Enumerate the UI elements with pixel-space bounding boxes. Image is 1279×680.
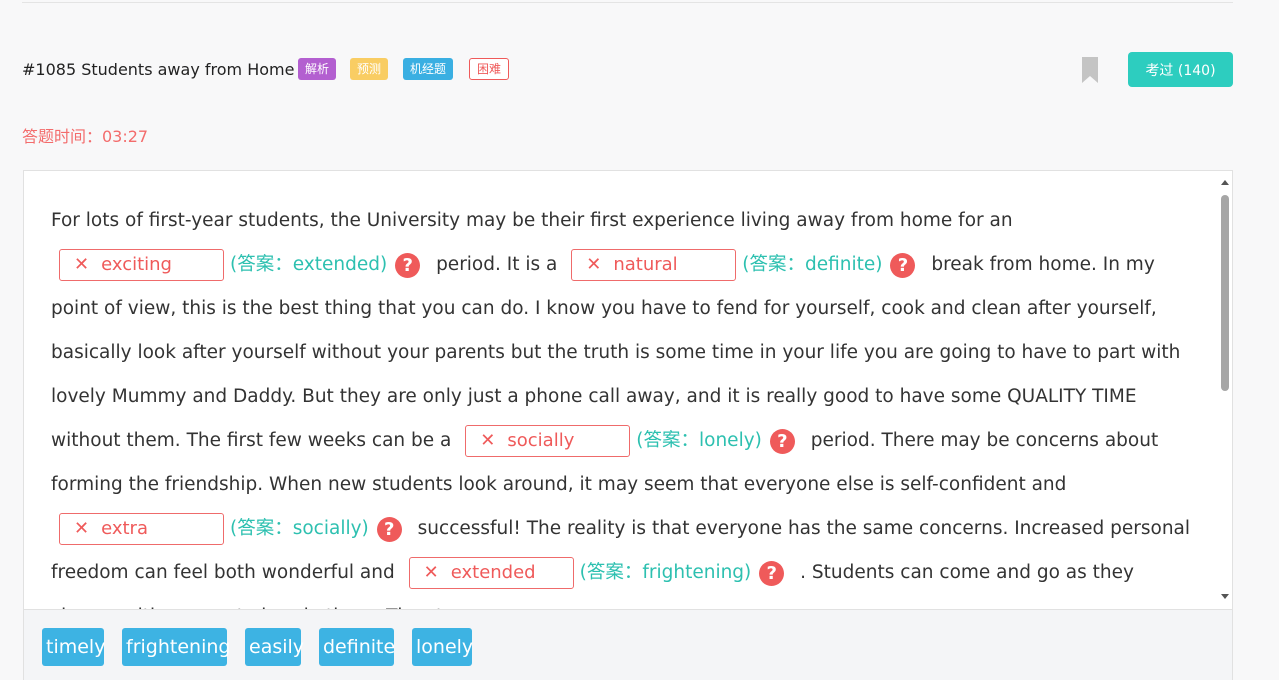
blank-group-5: ✕ extended (答案：frightening)? — [401, 551, 795, 595]
answer-blank-3[interactable]: ✕ socially — [465, 425, 631, 457]
passage-panel[interactable]: For lots of first-year students, the Uni… — [23, 170, 1233, 610]
bookmark-icon[interactable] — [1081, 56, 1099, 84]
help-icon[interactable]: ? — [376, 516, 402, 542]
word-chip-definite[interactable]: definite — [319, 628, 395, 666]
wrong-icon: ✕ — [586, 254, 602, 275]
tag-exam-question[interactable]: 机经题 — [403, 58, 454, 80]
blank-group-3: ✕ socially (答案：lonely)? — [457, 419, 805, 463]
wrong-icon: ✕ — [423, 562, 439, 583]
word-chip-timely[interactable]: timely — [42, 628, 105, 666]
word-chip-frightening[interactable]: frightening — [122, 628, 230, 666]
word-chip-lonely[interactable]: lonely — [412, 628, 473, 666]
blank-value: exciting — [101, 254, 172, 275]
answer-blank-2[interactable]: ✕ natural — [571, 249, 737, 281]
blank-group-2: ✕ natural (答案：definite)? — [563, 243, 925, 287]
answer-blank-4[interactable]: ✕ extra — [59, 513, 224, 545]
wrong-icon: ✕ — [74, 518, 90, 539]
correct-answer-2: (答案：definite) — [742, 254, 883, 275]
scroll-down-icon[interactable] — [1221, 594, 1229, 599]
blank-value: extra — [101, 518, 148, 539]
exam-count-button[interactable]: 考过 (140) — [1128, 52, 1233, 87]
passage-segment: period. It is a — [436, 254, 558, 275]
blank-group-1: ✕ exciting (答案：extended)? — [51, 243, 430, 287]
passage-scrollbar[interactable] — [1220, 177, 1230, 603]
scroll-thumb[interactable] — [1221, 195, 1229, 391]
blank-value: natural — [613, 254, 678, 275]
top-divider — [22, 2, 1233, 3]
tag-prediction[interactable]: 预测 — [350, 58, 389, 80]
blank-value: extended — [450, 562, 536, 583]
answer-blank-1[interactable]: ✕ exciting — [59, 249, 224, 281]
answer-timer: 答题时间：03:27 — [22, 127, 149, 146]
blank-group-4: ✕ extra (答案：socially)? — [51, 507, 412, 551]
correct-answer-5: (答案：frightening) — [579, 562, 752, 583]
help-icon[interactable]: ? — [769, 428, 795, 454]
word-chip-easily[interactable]: easily — [245, 628, 304, 666]
help-icon[interactable]: ? — [759, 560, 785, 586]
question-title: #1085 Students away from Home — [22, 60, 295, 79]
wrong-icon: ✕ — [480, 430, 496, 451]
question-header: #1085 Students away from Home 解析 预测 机经题 … — [22, 52, 1233, 88]
answer-blank-5[interactable]: ✕ extended — [408, 557, 574, 589]
word-bank: timely frightening easily definite lonel… — [23, 610, 1233, 680]
scroll-up-icon[interactable] — [1221, 180, 1229, 185]
help-icon[interactable]: ? — [890, 252, 916, 278]
tag-analysis[interactable]: 解析 — [298, 58, 337, 80]
correct-answer-4: (答案：socially) — [230, 518, 369, 539]
correct-answer-1: (答案：extended) — [230, 254, 388, 275]
tag-difficulty: 困难 — [469, 58, 510, 80]
correct-answer-3: (答案：lonely) — [636, 430, 762, 451]
passage-segment: For lots of first-year students, the Uni… — [51, 210, 1013, 231]
help-icon[interactable]: ? — [395, 252, 421, 278]
blank-value: socially — [507, 430, 575, 451]
passage-text: For lots of first-year students, the Uni… — [51, 199, 1191, 609]
wrong-icon: ✕ — [74, 254, 90, 275]
